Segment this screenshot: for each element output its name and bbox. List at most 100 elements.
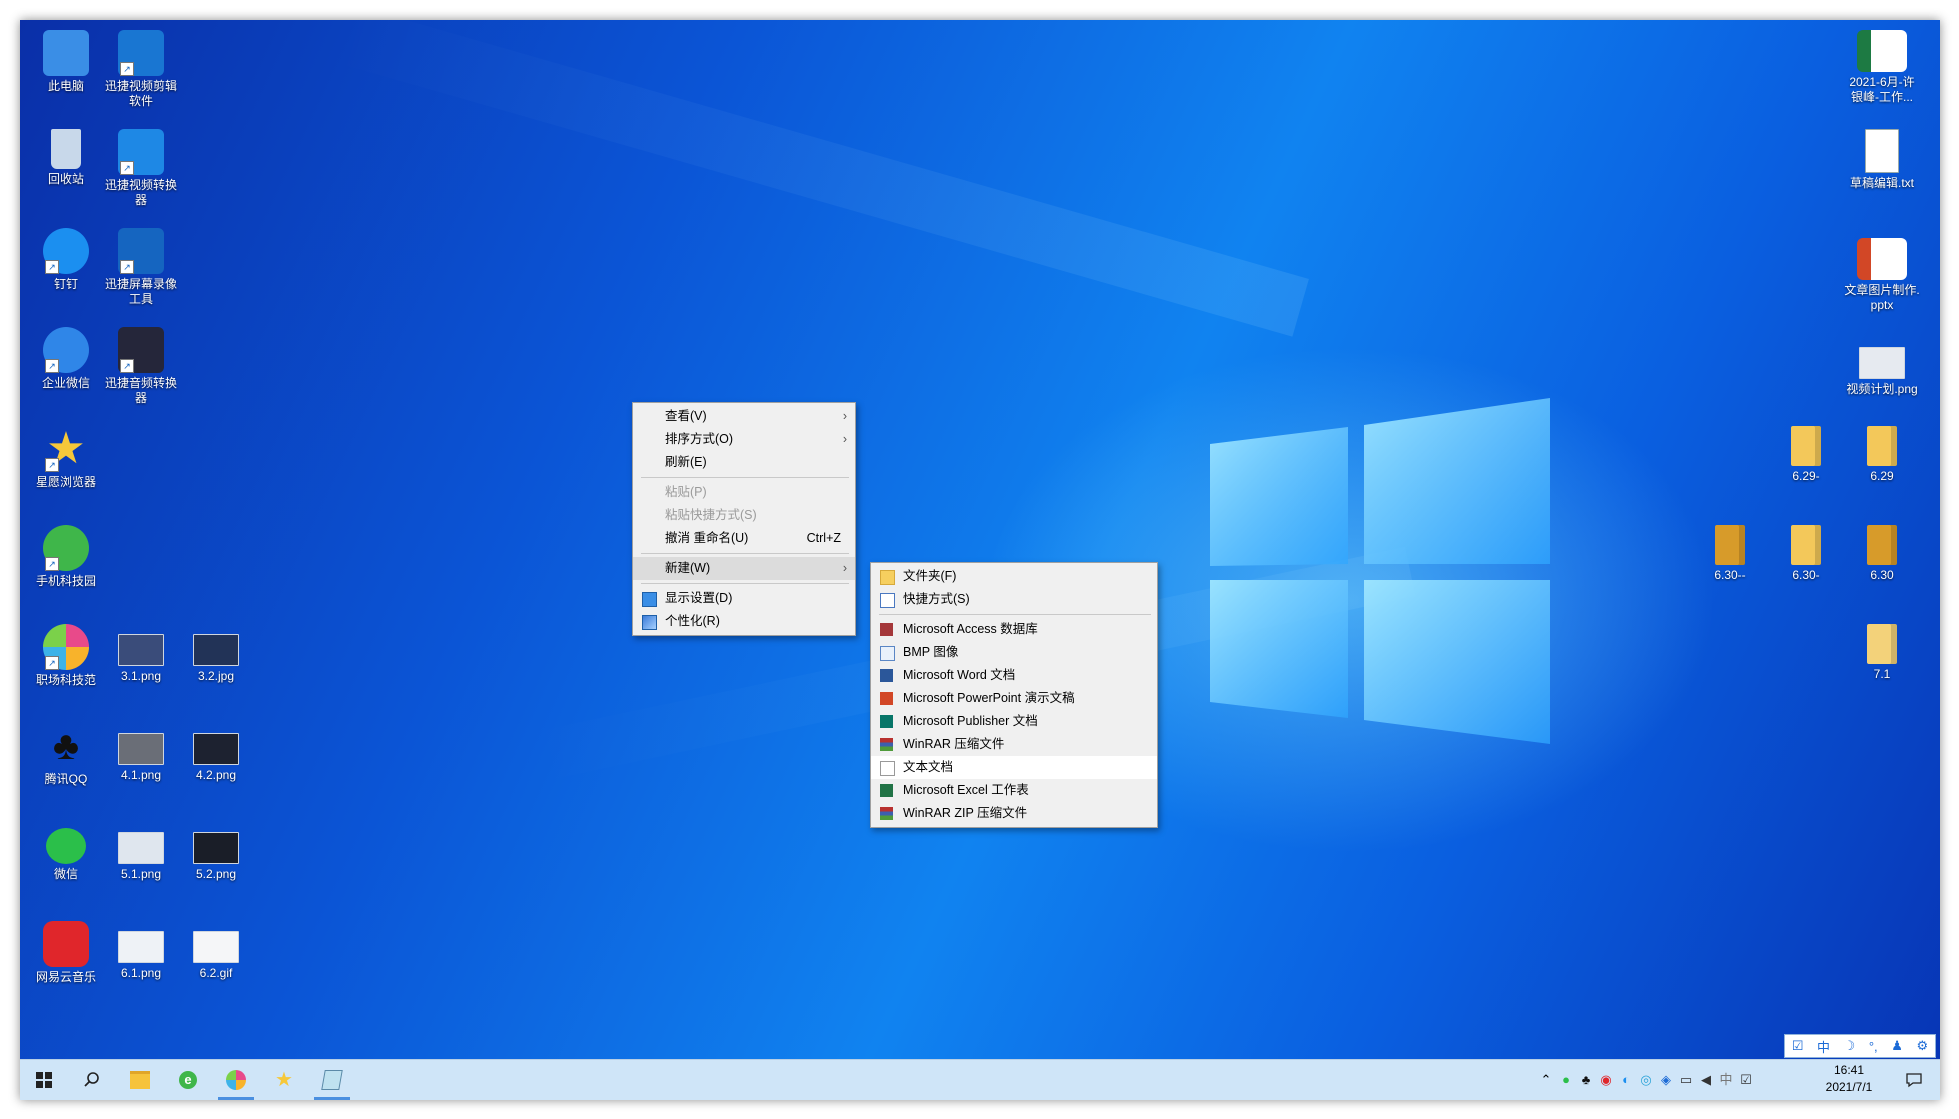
desktop-icon[interactable]: 6.30	[1844, 525, 1920, 583]
publisher-icon	[880, 715, 893, 728]
desktop-icon[interactable]: ♣ 腾讯QQ	[28, 723, 104, 787]
folder-icon	[880, 570, 895, 585]
desktop-icon[interactable]: ↗ 钉钉	[28, 228, 104, 292]
desktop-icon[interactable]: 6.29-	[1768, 426, 1844, 484]
desktop-icon[interactable]: 草稿编辑.txt	[1844, 129, 1920, 191]
desktop-icon[interactable]: ↗ 迅捷屏幕录像工具	[103, 228, 179, 307]
desktop-icon[interactable]: 6.30--	[1692, 525, 1768, 583]
desktop-icon-label: 3.2.jpg	[197, 669, 235, 683]
clock-time: 16:41	[1833, 1063, 1865, 1077]
desktop-icon[interactable]: ↗ 职场科技范	[28, 624, 104, 688]
qq-tray-icon[interactable]: ♣	[1578, 1072, 1594, 1088]
desktop-icon[interactable]: 2021-6月-许银峰-工作...	[1844, 30, 1920, 105]
folder-icon	[1791, 525, 1821, 565]
desktop-icon[interactable]: ↗ 迅捷视频剪辑软件	[103, 30, 179, 109]
taskbar-twinkstar-browser[interactable]: ★	[260, 1060, 308, 1100]
desktop-icon[interactable]: 6.29	[1844, 426, 1920, 484]
excel-icon	[880, 784, 893, 797]
desktop-icon[interactable]: 4.2.png	[178, 723, 254, 783]
desktop-icon[interactable]: 文章图片制作.pptx	[1844, 238, 1920, 313]
ime-mode[interactable]: 中	[1817, 1037, 1830, 1056]
desktop-icon[interactable]: ↗ 迅捷音频转换器	[103, 327, 179, 406]
submenu-item-powerpoint[interactable]: Microsoft PowerPoint 演示文稿	[871, 687, 1157, 710]
ime-tray-icon[interactable]: 中	[1718, 1072, 1734, 1088]
netease-tray-icon[interactable]: ◉	[1598, 1072, 1614, 1088]
desktop-icon[interactable]: 5.1.png	[103, 822, 179, 882]
app-tray-icon[interactable]: ◐	[1618, 1072, 1634, 1088]
desktop-icon[interactable]: 微信	[28, 822, 104, 882]
desktop-icon[interactable]: 3.2.jpg	[178, 624, 254, 684]
ime-check-icon[interactable]: ☑	[1792, 1038, 1804, 1054]
desktop-icon[interactable]: ↗ 迅捷视频转换器	[103, 129, 179, 208]
desktop-icon[interactable]: 3.1.png	[103, 624, 179, 684]
desktop-icon[interactable]: ↗ 手机科技园	[28, 525, 104, 589]
submenu-item-winrar-zip[interactable]: WinRAR ZIP 压缩文件	[871, 802, 1157, 825]
desktop-icon-label: 手机科技园	[35, 574, 96, 588]
submenu-item-winrar[interactable]: WinRAR 压缩文件	[871, 733, 1157, 756]
user-icon[interactable]: ♟	[1891, 1038, 1903, 1054]
submenu-item-excel[interactable]: Microsoft Excel 工作表	[871, 779, 1157, 802]
shortcut-arrow-icon: ↗	[120, 161, 134, 175]
video-editor-icon: ↗	[118, 30, 164, 76]
search-icon	[84, 1072, 99, 1087]
desktop-icon[interactable]: 视频计划.png	[1844, 337, 1920, 397]
taskbar-ie-browser[interactable]: e	[164, 1060, 212, 1100]
menu-item-paste[interactable]: 粘贴(P)	[633, 481, 855, 504]
desktop-icon[interactable]: 6.2.gif	[178, 921, 254, 981]
ime-toolbar[interactable]: ☑ 中 ☽ °, ♟ ⚙	[1784, 1034, 1936, 1058]
settings-icon[interactable]: ⚙	[1916, 1038, 1928, 1054]
menu-item-personalize[interactable]: 个性化(R)	[633, 610, 855, 633]
menu-item-paste-shortcut[interactable]: 粘贴快捷方式(S)	[633, 504, 855, 527]
submenu-item-access[interactable]: Microsoft Access 数据库	[871, 618, 1157, 641]
menu-separator	[879, 614, 1151, 615]
desktop-icon[interactable]: 回收站	[28, 129, 104, 187]
submenu-item-publisher[interactable]: Microsoft Publisher 文档	[871, 710, 1157, 733]
taskbar-chrome-browser[interactable]	[212, 1060, 260, 1100]
sync-tray-icon[interactable]: ◎	[1638, 1072, 1654, 1088]
desktop-icon[interactable]: 5.2.png	[178, 822, 254, 882]
punctuation-icon[interactable]: °,	[1869, 1039, 1878, 1054]
menu-item-view[interactable]: 查看(V) ›	[633, 405, 855, 428]
desktop-icon[interactable]: 此电脑	[28, 30, 104, 94]
taskbar-file-explorer[interactable]	[116, 1060, 164, 1100]
menu-item-new[interactable]: 新建(W) ›	[633, 557, 855, 580]
start-button[interactable]	[20, 1060, 68, 1100]
menu-item-sort[interactable]: 排序方式(O) ›	[633, 428, 855, 451]
shield-tray-icon[interactable]: ◈	[1658, 1072, 1674, 1088]
menu-item-refresh[interactable]: 刷新(E)	[633, 451, 855, 474]
submenu-item-folder[interactable]: 文件夹(F)	[871, 565, 1157, 588]
taskbar-clock[interactable]: 16:41 2021/7/1	[1814, 1062, 1884, 1096]
menu-item-display-settings[interactable]: 显示设置(D)	[633, 587, 855, 610]
show-hidden-icons-chevron-icon[interactable]: ⌃	[1538, 1072, 1554, 1088]
submenu-item-text[interactable]: 文本文档	[871, 756, 1157, 779]
desktop-icon[interactable]: 7.1	[1844, 624, 1920, 682]
taskbar-notepad[interactable]	[308, 1060, 356, 1100]
menu-item-undo-rename[interactable]: 撤消 重命名(U) Ctrl+Z	[633, 527, 855, 550]
desktop-icon[interactable]: 6.1.png	[103, 921, 179, 981]
new-submenu: 文件夹(F) 快捷方式(S) Microsoft Access 数据库 BMP …	[870, 562, 1158, 828]
volume-icon[interactable]: ◀	[1698, 1072, 1714, 1088]
desktop-icon-label: 6.30	[1870, 568, 1894, 582]
desktop-icon-label: 微信	[53, 867, 78, 881]
network-icon[interactable]: ▭	[1678, 1072, 1694, 1088]
system-tray: ⌃ ● ♣ ◉ ◐ ◎ ◈ ▭ ◀ 中 ☑	[1536, 1060, 1756, 1100]
moon-icon[interactable]: ☽	[1844, 1038, 1856, 1054]
wechat-tray-icon[interactable]: ●	[1558, 1072, 1574, 1088]
chevron-right-icon: ›	[842, 561, 847, 575]
search-button[interactable]	[68, 1060, 116, 1100]
submenu-item-shortcut[interactable]: 快捷方式(S)	[871, 588, 1157, 611]
desktop-icon[interactable]: ↗ 企业微信	[28, 327, 104, 391]
desktop-icon[interactable]: 网易云音乐	[28, 921, 104, 985]
desktop-icon[interactable]: ★ ↗ 星愿浏览器	[28, 426, 104, 490]
action-center-button[interactable]	[1888, 1060, 1940, 1100]
folder-icon	[1715, 525, 1745, 565]
desktop-icon[interactable]: 4.1.png	[103, 723, 179, 783]
notification-check-icon[interactable]: ☑	[1738, 1072, 1754, 1088]
submenu-item-bmp[interactable]: BMP 图像	[871, 641, 1157, 664]
submenu-item-word[interactable]: Microsoft Word 文档	[871, 664, 1157, 687]
desktop-icon[interactable]: 6.30-	[1768, 525, 1844, 583]
desktop-icon-label: 6.29	[1870, 469, 1894, 483]
powerpoint-icon	[880, 692, 893, 705]
taskbar: e ★ ⌃ ● ♣ ◉ ◐ ◎ ◈ ▭ ◀ 中 ☑ 16:41 2021/7/1	[20, 1059, 1940, 1100]
display-icon	[642, 592, 657, 607]
